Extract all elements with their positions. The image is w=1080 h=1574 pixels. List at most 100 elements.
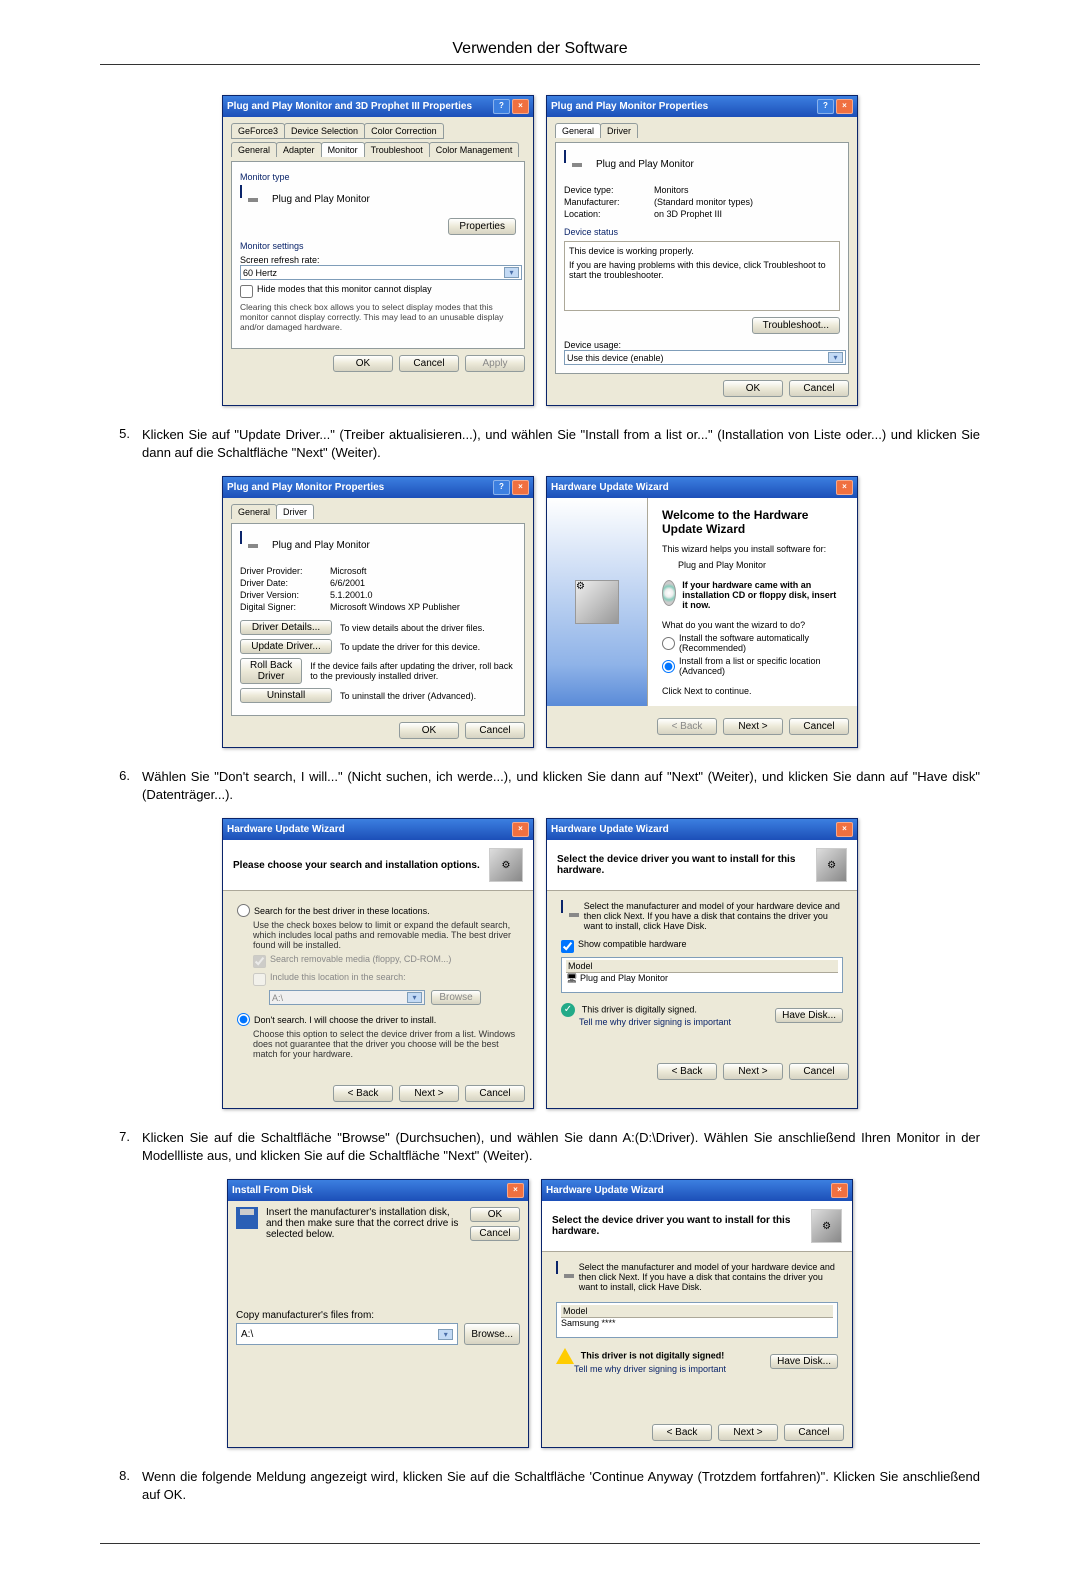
tab-driver[interactable]: Driver xyxy=(600,123,638,138)
wizard-select-driver-signed: Hardware Update Wizard × Select the devi… xyxy=(546,818,858,1109)
driver-provider-label: Driver Provider: xyxy=(240,566,330,576)
cd-hint: If your hardware came with an installati… xyxy=(682,580,843,610)
uninstall-desc: To uninstall the driver (Advanced). xyxy=(340,691,476,701)
cancel-button[interactable]: Cancel xyxy=(789,380,849,397)
tab-general[interactable]: General xyxy=(555,123,601,138)
cancel-button[interactable]: Cancel xyxy=(465,722,525,739)
chk-include-loc-label: Include this location in the search: xyxy=(270,972,406,982)
win-pp-monitor-props-driver: Plug and Play Monitor Properties ? × Gen… xyxy=(222,476,534,748)
tell-me-why-link[interactable]: Tell me why driver signing is important xyxy=(574,1364,726,1374)
update-driver-desc: To update the driver for this device. xyxy=(340,642,480,652)
radio-dont-search-desc: Choose this option to select the device … xyxy=(253,1029,519,1059)
step-text: Wenn die folgende Meldung angezeigt wird… xyxy=(142,1468,980,1503)
window-title: Plug and Play Monitor Properties xyxy=(551,101,708,112)
model-row[interactable]: 🖥 Plug and Play Monitor xyxy=(566,973,838,984)
tab-troubleshoot[interactable]: Troubleshoot xyxy=(364,142,430,157)
device-type-value: Monitors xyxy=(654,185,689,195)
tab-general[interactable]: General xyxy=(231,504,277,519)
hide-modes-checkbox[interactable] xyxy=(240,285,253,298)
cancel-button[interactable]: Cancel xyxy=(399,355,459,372)
browse-button: Browse xyxy=(431,990,481,1005)
radio-list[interactable] xyxy=(662,660,675,673)
cancel-button[interactable]: Cancel xyxy=(789,1063,849,1080)
roll-back-button[interactable]: Roll Back Driver xyxy=(240,658,302,684)
cancel-button[interactable]: Cancel xyxy=(789,718,849,735)
uninstall-button[interactable]: Uninstall xyxy=(240,688,332,703)
digital-signer-value: Microsoft Windows XP Publisher xyxy=(330,602,460,612)
tab-color-correction[interactable]: Color Correction xyxy=(364,123,444,139)
tab-adapter[interactable]: Adapter xyxy=(276,142,322,157)
back-button[interactable]: < Back xyxy=(657,1063,717,1080)
wizard-welcome: Hardware Update Wizard × ⚙ Welcome to th… xyxy=(546,476,858,748)
next-button[interactable]: Next > xyxy=(399,1085,459,1102)
next-button[interactable]: Next > xyxy=(723,718,783,735)
step-text: Klicken Sie auf die Schaltfläche "Browse… xyxy=(142,1129,980,1164)
help-icon[interactable]: ? xyxy=(817,99,834,114)
properties-button[interactable]: Properties xyxy=(448,218,516,235)
close-icon[interactable]: × xyxy=(836,480,853,495)
chevron-down-icon: ▾ xyxy=(438,1329,453,1340)
help-icon[interactable]: ? xyxy=(493,99,510,114)
cancel-button[interactable]: Cancel xyxy=(465,1085,525,1102)
device-usage-dropdown[interactable]: Use this device (enable)▾ xyxy=(564,350,846,365)
close-icon[interactable]: × xyxy=(512,822,529,837)
tell-me-why-link[interactable]: Tell me why driver signing is important xyxy=(579,1017,731,1027)
cancel-button[interactable]: Cancel xyxy=(784,1424,844,1441)
help-icon[interactable]: ? xyxy=(493,480,510,495)
close-icon[interactable]: × xyxy=(836,822,853,837)
page-title: Verwenden der Software xyxy=(100,40,980,58)
model-listbox[interactable]: Model Samsung **** xyxy=(556,1302,838,1338)
radio-dont-search[interactable] xyxy=(237,1013,250,1026)
wizard-heading: Welcome to the Hardware Update Wizard xyxy=(662,508,843,536)
back-button[interactable]: < Back xyxy=(333,1085,393,1102)
step-number: 7. xyxy=(100,1129,142,1164)
refresh-rate-dropdown[interactable]: 60 Hertz▾ xyxy=(240,265,522,280)
tab-device-selection[interactable]: Device Selection xyxy=(284,123,365,139)
close-icon[interactable]: × xyxy=(831,1183,848,1198)
model-row[interactable]: Samsung **** xyxy=(561,1318,833,1328)
chevron-down-icon: ▾ xyxy=(407,992,422,1003)
path-field[interactable]: A:\▾ xyxy=(236,1323,458,1345)
device-usage-label: Device usage: xyxy=(564,340,840,350)
next-button[interactable]: Next > xyxy=(723,1063,783,1080)
device-status-group: Device status xyxy=(564,227,840,237)
ok-button[interactable]: OK xyxy=(723,380,783,397)
close-icon[interactable]: × xyxy=(512,99,529,114)
have-disk-button[interactable]: Have Disk... xyxy=(770,1354,838,1369)
cancel-button[interactable]: Cancel xyxy=(470,1226,520,1241)
radio-auto[interactable] xyxy=(662,637,675,650)
ok-button[interactable]: OK xyxy=(333,355,393,372)
have-disk-button[interactable]: Have Disk... xyxy=(775,1008,843,1023)
tab-color-management[interactable]: Color Management xyxy=(429,142,520,157)
next-button[interactable]: Next > xyxy=(718,1424,778,1441)
close-icon[interactable]: × xyxy=(836,99,853,114)
ok-button[interactable]: OK xyxy=(399,722,459,739)
browse-button[interactable]: Browse... xyxy=(464,1323,520,1345)
tab-monitor[interactable]: Monitor xyxy=(321,142,365,157)
apply-button[interactable]: Apply xyxy=(465,355,525,372)
close-icon[interactable]: × xyxy=(512,480,529,495)
digital-signer-label: Digital Signer: xyxy=(240,602,330,612)
tab-geforce3[interactable]: GeForce3 xyxy=(231,123,285,139)
wizard-heading: Please choose your search and installati… xyxy=(233,860,480,871)
back-button[interactable]: < Back xyxy=(657,718,717,735)
ok-button[interactable]: OK xyxy=(470,1207,520,1222)
chk-compatible[interactable] xyxy=(561,940,574,953)
troubleshoot-button[interactable]: Troubleshoot... xyxy=(752,317,840,334)
refresh-label: Screen refresh rate: xyxy=(240,255,516,265)
chk-include-loc xyxy=(253,973,266,986)
radio-list-label: Install from a list or specific location… xyxy=(679,656,843,676)
back-button[interactable]: < Back xyxy=(652,1424,712,1441)
radio-search[interactable] xyxy=(237,904,250,917)
wizard-heading: Select the device driver you want to ins… xyxy=(552,1215,811,1237)
update-driver-button[interactable]: Update Driver... xyxy=(240,639,332,654)
chk-compatible-label: Show compatible hardware xyxy=(578,939,687,949)
model-listbox[interactable]: Model 🖥 Plug and Play Monitor xyxy=(561,957,843,993)
close-icon[interactable]: × xyxy=(507,1183,524,1198)
tab-general[interactable]: General xyxy=(231,142,277,157)
copy-from-label: Copy manufacturer's files from: xyxy=(236,1310,520,1321)
driver-details-button[interactable]: Driver Details... xyxy=(240,620,332,635)
step-number: 5. xyxy=(100,426,142,461)
step-number: 6. xyxy=(100,768,142,803)
tab-driver[interactable]: Driver xyxy=(276,504,314,519)
